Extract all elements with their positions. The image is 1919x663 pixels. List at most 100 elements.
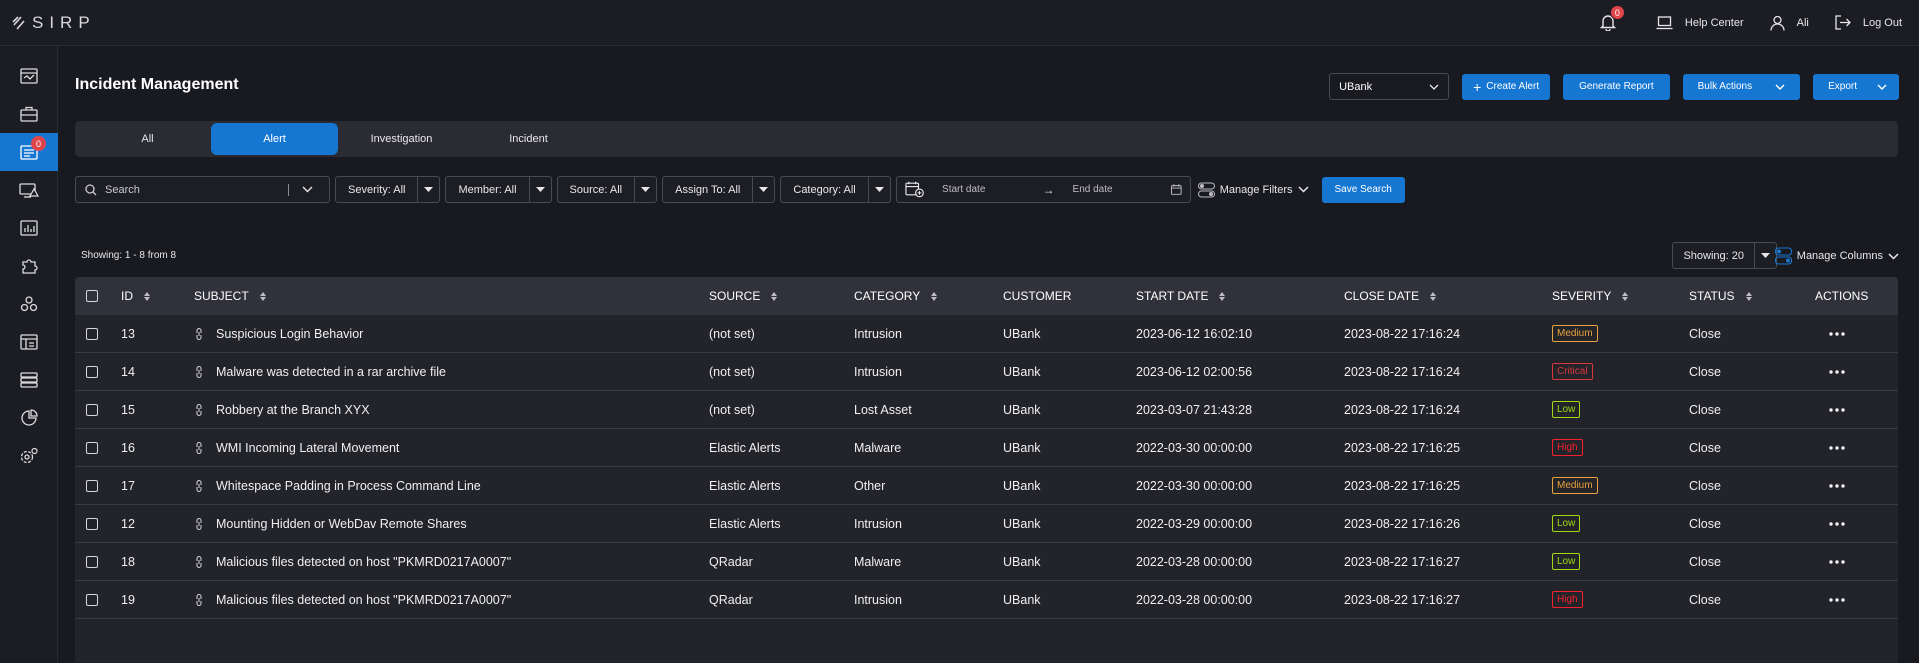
cell-subject[interactable]: Malicious files detected on host "PKMRD0… xyxy=(194,555,511,569)
column-header-category[interactable]: CATEGORY xyxy=(854,289,938,303)
category-filter-caret[interactable] xyxy=(867,177,890,202)
page-size-caret[interactable] xyxy=(1754,243,1776,268)
app-logo[interactable]: SIRP xyxy=(12,13,96,33)
sidebar-item-statistics[interactable] xyxy=(0,399,58,437)
search-icon xyxy=(85,183,97,195)
row-checkbox[interactable] xyxy=(86,517,98,530)
laptop-icon xyxy=(1656,15,1673,29)
generate-report-button[interactable]: Generate Report xyxy=(1563,73,1670,100)
column-header-source[interactable]: SOURCE xyxy=(709,289,778,303)
row-checkbox[interactable] xyxy=(86,327,98,340)
search-input[interactable] xyxy=(105,183,280,196)
sidebar-item-dashboard[interactable] xyxy=(0,57,58,95)
more-actions-icon[interactable] xyxy=(1829,521,1845,526)
cell-subject[interactable]: Malware was detected in a rar archive fi… xyxy=(194,365,446,379)
help-center-link[interactable]: Help Center xyxy=(1656,15,1744,30)
source-filter[interactable]: Source: All xyxy=(556,176,658,203)
manage-filters-button[interactable]: Manage Filters xyxy=(1197,182,1309,198)
table-row[interactable]: 13 Suspicious Login Behavior (not set) Intr… xyxy=(75,315,1898,353)
table-row[interactable]: 17 Whitespace Padding in Process Command … xyxy=(75,467,1898,505)
sidebar-item-monitoring[interactable] xyxy=(0,171,58,209)
user-menu[interactable]: Ali xyxy=(1769,15,1809,31)
status-text: Close xyxy=(1689,326,1721,341)
export-button[interactable]: Export xyxy=(1813,73,1899,100)
tab-alert[interactable]: Alert xyxy=(211,123,338,155)
more-actions-icon[interactable] xyxy=(1829,331,1845,336)
column-header-id[interactable]: ID xyxy=(121,289,150,303)
save-search-button[interactable]: Save Search xyxy=(1321,176,1405,203)
severity-filter[interactable]: Severity: All xyxy=(335,176,441,203)
date-range-picker[interactable]: Start date → End date xyxy=(895,176,1191,203)
category-filter[interactable]: Category: All xyxy=(780,176,891,203)
logout-button[interactable]: Log Out xyxy=(1835,15,1902,30)
severity-filter-caret[interactable] xyxy=(417,177,439,202)
row-checkbox[interactable] xyxy=(86,555,98,568)
more-actions-icon[interactable] xyxy=(1829,559,1845,564)
more-actions-icon[interactable] xyxy=(1829,407,1845,412)
row-checkbox[interactable] xyxy=(86,593,98,606)
table-row[interactable]: 14 Malware was detected in a rar archive … xyxy=(75,353,1898,391)
tab-all[interactable]: All xyxy=(84,123,211,155)
manage-columns-button[interactable]: Manage Columns xyxy=(1774,247,1899,265)
sidebar-item-integrations[interactable] xyxy=(0,285,58,323)
bulk-actions-button[interactable]: Bulk Actions xyxy=(1682,73,1801,100)
more-actions-icon[interactable] xyxy=(1829,445,1845,450)
tab-incident[interactable]: Incident xyxy=(465,123,592,155)
column-header-severity[interactable]: SEVERITY xyxy=(1552,289,1629,303)
cell-subject[interactable]: Robbery at the Branch XYX xyxy=(194,403,370,417)
table-row[interactable]: 12 Mounting Hidden or WebDav Remote Share… xyxy=(75,505,1898,543)
row-checkbox[interactable] xyxy=(86,365,98,378)
table-row[interactable]: 15 Robbery at the Branch XYX (not set) Lost… xyxy=(75,391,1898,429)
customer-text: UBank xyxy=(1003,516,1041,531)
start-date-input[interactable]: Start date xyxy=(942,184,1037,195)
cell-subject[interactable]: Mounting Hidden or WebDav Remote Shares xyxy=(194,517,467,531)
id-text: 14 xyxy=(121,364,135,379)
assign-to-filter[interactable]: Assign To: All xyxy=(662,176,776,203)
cell-subject[interactable]: Malicious files detected on host "PKMRD0… xyxy=(194,593,511,607)
calendar-add-icon xyxy=(905,181,924,198)
select-all-checkbox[interactable] xyxy=(86,290,98,302)
end-date-input[interactable]: End date xyxy=(1073,184,1166,195)
member-filter[interactable]: Member: All xyxy=(445,176,552,203)
sidebar-item-cases[interactable] xyxy=(0,95,58,133)
sidebar-item-data[interactable] xyxy=(0,361,58,399)
sidebar-item-reports[interactable] xyxy=(0,323,58,361)
sidebar-alert-badge: 0 xyxy=(31,136,46,151)
cell-start: 2023-03-07 21:43:28 xyxy=(1136,403,1252,417)
more-actions-icon[interactable] xyxy=(1829,597,1845,602)
member-filter-caret[interactable] xyxy=(528,177,551,202)
cell-subject[interactable]: WMI Incoming Lateral Movement xyxy=(194,441,399,455)
create-alert-button[interactable]: + Create Alert xyxy=(1462,73,1551,100)
cell-subject[interactable]: Whitespace Padding in Process Command Li… xyxy=(194,479,481,493)
column-header-source-label: SOURCE xyxy=(709,289,761,303)
row-checkbox[interactable] xyxy=(86,441,98,454)
assign-to-filter-caret[interactable] xyxy=(752,177,774,202)
cell-subject[interactable]: Suspicious Login Behavior xyxy=(194,327,363,341)
chevron-down-icon[interactable] xyxy=(302,186,313,193)
row-checkbox[interactable] xyxy=(86,479,98,492)
more-actions-icon[interactable] xyxy=(1829,369,1845,374)
notifications-button[interactable]: 0 xyxy=(1599,5,1625,31)
category-filter-label: Category: All xyxy=(793,183,856,196)
sidebar-item-playbooks[interactable] xyxy=(0,247,58,285)
row-checkbox[interactable] xyxy=(86,403,98,416)
table-row[interactable]: 19 Malicious files detected on host "PKMR… xyxy=(75,581,1898,619)
table-row[interactable]: 18 Malicious files detected on host "PKMR… xyxy=(75,543,1898,581)
sidebar-item-settings[interactable] xyxy=(0,437,58,475)
organization-select[interactable]: UBank xyxy=(1329,73,1450,100)
more-actions-icon[interactable] xyxy=(1829,483,1845,488)
sort-icon xyxy=(259,291,266,301)
column-header-close-date[interactable]: CLOSE DATE xyxy=(1344,289,1437,303)
column-header-start-date[interactable]: START DATE xyxy=(1136,289,1226,303)
cell-close: 2023-08-22 17:16:26 xyxy=(1344,517,1460,531)
tab-investigation[interactable]: Investigation xyxy=(338,123,465,155)
source-filter-caret[interactable] xyxy=(634,177,656,202)
column-header-subject[interactable]: SUBJECT xyxy=(194,289,266,303)
customer-text: UBank xyxy=(1003,326,1041,341)
sidebar-item-analytics[interactable] xyxy=(0,209,58,247)
sidebar-item-incident-management[interactable]: 0 xyxy=(0,133,58,171)
create-alert-label: Create Alert xyxy=(1486,81,1540,92)
column-header-status[interactable]: STATUS xyxy=(1689,289,1752,303)
table-row[interactable]: 16 WMI Incoming Lateral Movement Elastic A… xyxy=(75,429,1898,467)
page-size-select[interactable]: Showing: 20 xyxy=(1672,242,1777,269)
